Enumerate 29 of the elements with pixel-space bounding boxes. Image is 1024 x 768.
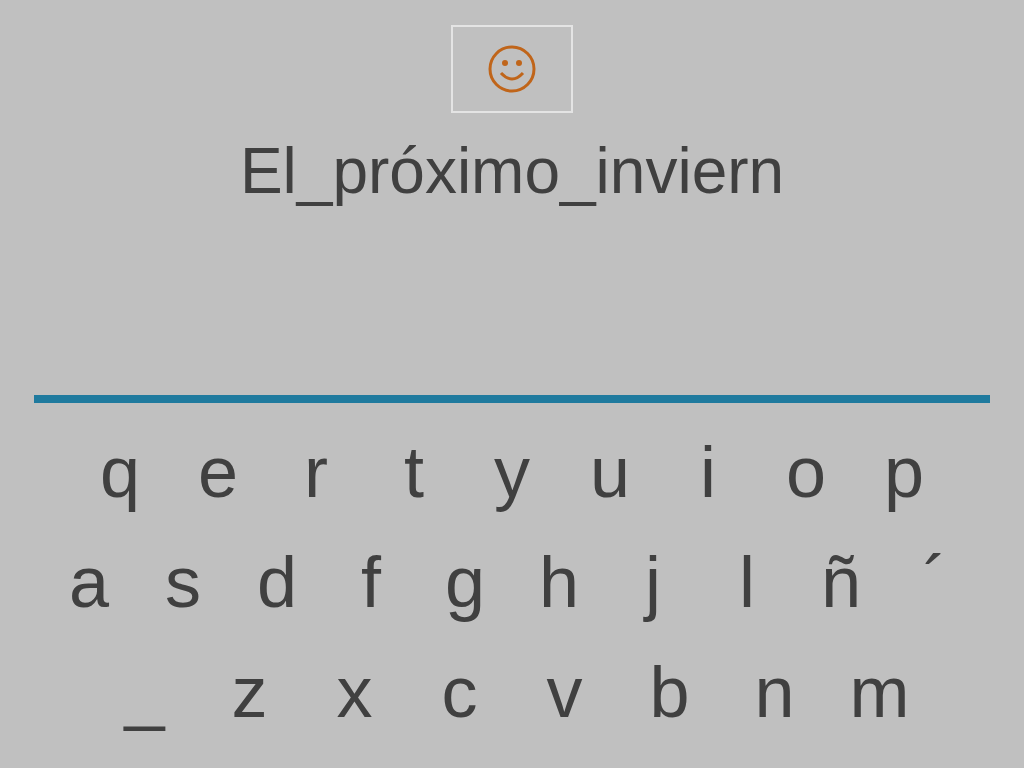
- letter-key[interactable]: g: [418, 537, 512, 627]
- letter-key[interactable]: a: [42, 537, 136, 627]
- letter-key[interactable]: l: [700, 537, 794, 627]
- letter-key[interactable]: n: [722, 647, 827, 737]
- letter-key[interactable]: _: [92, 647, 197, 737]
- letter-key[interactable]: d: [230, 537, 324, 627]
- letter-key[interactable]: m: [827, 647, 932, 737]
- letter-key[interactable]: h: [512, 537, 606, 627]
- letter-key[interactable]: x: [302, 647, 407, 737]
- phrase-text: El_próximo_inviern: [239, 134, 785, 209]
- letter-key[interactable]: y: [463, 427, 561, 517]
- letter-key[interactable]: b: [617, 647, 722, 737]
- letter-key[interactable]: ´: [888, 537, 982, 627]
- letter-key[interactable]: o: [757, 427, 855, 517]
- letter-key[interactable]: f: [324, 537, 418, 627]
- letter-key[interactable]: q: [71, 427, 169, 517]
- letter-key[interactable]: u: [561, 427, 659, 517]
- letter-key[interactable]: s: [136, 537, 230, 627]
- letter-key[interactable]: z: [197, 647, 302, 737]
- smiley-icon: [486, 43, 538, 95]
- letter-key[interactable]: t: [365, 427, 463, 517]
- letter-key[interactable]: c: [407, 647, 512, 737]
- letter-key[interactable]: ñ: [794, 537, 888, 627]
- letter-key[interactable]: p: [855, 427, 953, 517]
- letter-key[interactable]: e: [169, 427, 267, 517]
- letter-key[interactable]: r: [267, 427, 365, 517]
- letter-key[interactable]: i: [659, 427, 757, 517]
- letter-key[interactable]: v: [512, 647, 617, 737]
- letter-key[interactable]: j: [606, 537, 700, 627]
